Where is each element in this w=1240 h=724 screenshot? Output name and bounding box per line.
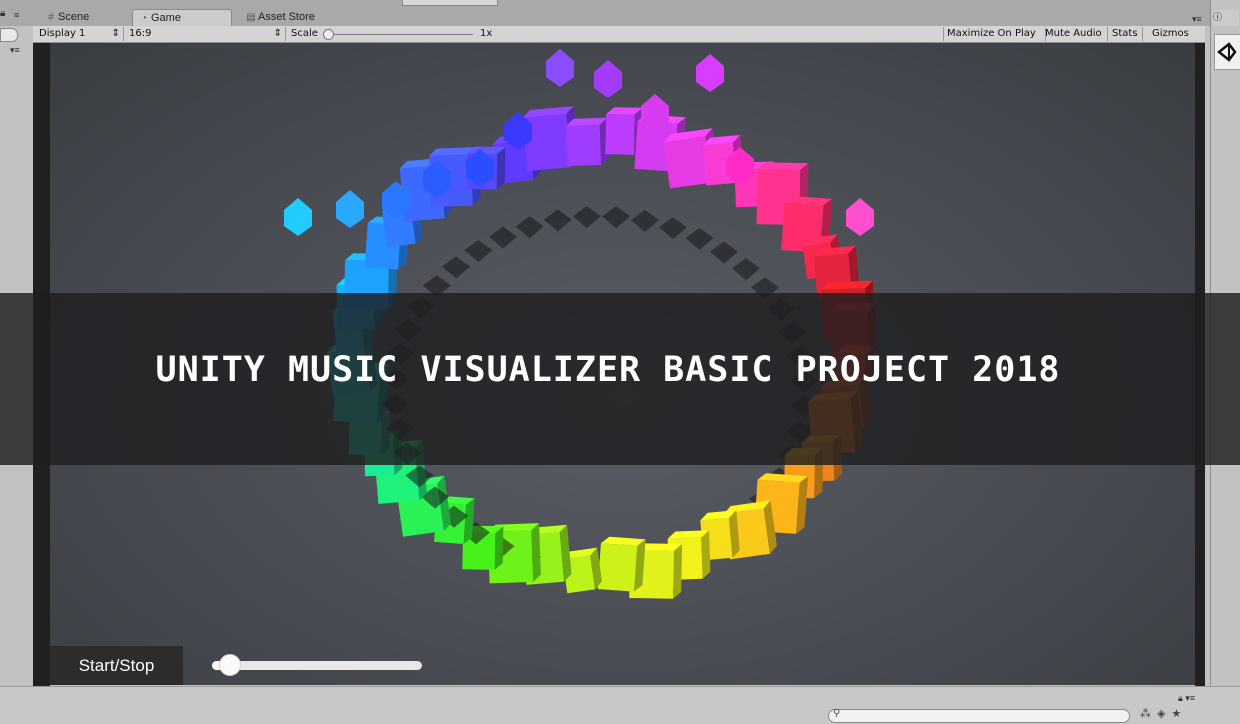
tab-menu-icon[interactable]: ▾≡ <box>1192 14 1202 25</box>
search-icon: ⚲ <box>833 708 841 719</box>
pacman-icon: ◔ <box>140 13 148 24</box>
search-field[interactable] <box>0 28 18 42</box>
start-stop-button[interactable]: Start/Stop <box>50 646 183 685</box>
display-label: Display 1 <box>39 28 86 39</box>
play-controls[interactable] <box>402 0 498 6</box>
lock-icon[interactable]: 🔒︎ ▾≡ <box>1178 693 1195 704</box>
grid-icon: # <box>48 12 54 23</box>
scale-slider-knob[interactable] <box>323 29 334 40</box>
display-dropdown[interactable]: Display 1 ⇕ <box>39 27 124 41</box>
aspect-dropdown[interactable]: 16:9 ⇕ <box>129 27 286 41</box>
floating-cube <box>546 49 574 87</box>
volume-slider-track[interactable] <box>212 661 422 670</box>
panel-menu-icon[interactable]: ▾≡ <box>10 45 20 56</box>
floating-cube <box>336 190 364 228</box>
editor-tab-bar: 🔒︎ ≡ # Scene ◔ Game ▤ Asset Store ▾≡ <box>0 0 1240 27</box>
gizmos-dropdown[interactable]: Gizmos <box>1152 27 1202 41</box>
menu-icon[interactable]: ≡ <box>14 10 19 20</box>
banner-title: UNITY MUSIC VISUALIZER BASIC PROJECT 201… <box>155 350 1061 390</box>
filter-icons[interactable]: ⁂◈★ <box>1140 707 1235 723</box>
floating-cube <box>594 60 622 98</box>
cube <box>597 536 646 592</box>
cube <box>565 117 609 229</box>
unity-logo-icon <box>1214 34 1240 70</box>
lock-icon[interactable]: 🔒︎ <box>0 8 5 19</box>
floating-cube <box>846 198 874 236</box>
floating-cube <box>284 198 312 236</box>
floating-cube <box>696 54 724 92</box>
mute-audio-toggle[interactable]: Mute Audio <box>1045 27 1108 41</box>
tab-scene-label: Scene <box>58 11 90 23</box>
volume-slider-handle[interactable] <box>218 654 241 676</box>
tab-game-label: Game <box>151 12 181 24</box>
maximize-on-play-toggle[interactable]: Maximize On Play <box>943 27 1046 41</box>
tab-asset-store-label: Asset Store <box>258 11 315 23</box>
stats-toggle[interactable]: Stats <box>1112 27 1143 41</box>
tab-game[interactable]: ◔ Game <box>132 9 232 27</box>
project-search-input[interactable]: ⚲ <box>828 708 1130 723</box>
scale-value: 1x <box>480 28 493 39</box>
dropdown-arrow-icon: ⇕ <box>273 28 282 39</box>
tab-asset-store[interactable]: ▤ Asset Store <box>240 9 350 26</box>
dropdown-arrow-icon: ⇕ <box>111 28 120 39</box>
game-view-toolbar: Display 1 ⇕ 16:9 ⇕ Scale 1x Maximize On Pl… <box>33 26 1205 43</box>
aspect-label: 16:9 <box>129 28 152 39</box>
store-icon: ▤ <box>246 12 256 23</box>
info-icon[interactable]: ⓘ <box>1213 10 1239 26</box>
tab-scene[interactable]: # Scene <box>40 9 128 26</box>
scale-slider-track[interactable] <box>327 34 473 35</box>
